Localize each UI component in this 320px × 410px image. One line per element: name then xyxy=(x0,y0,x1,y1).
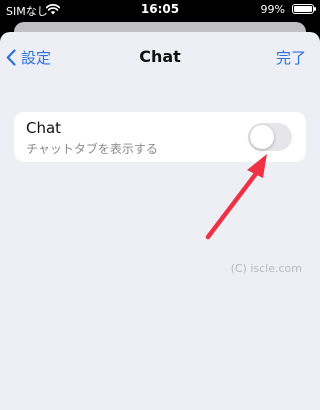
battery-icon xyxy=(292,4,316,14)
battery-percent: 99% xyxy=(260,3,285,16)
settings-sheet: 設定 Chat 完了 Chat チャットタブを表示する (C) iscle.co… xyxy=(0,32,320,410)
watermark: (C) iscle.com xyxy=(230,262,302,275)
status-bar: SIMなし 16:05 99% xyxy=(0,0,320,20)
battery-fill xyxy=(294,6,312,12)
annotation-arrow xyxy=(205,154,267,240)
